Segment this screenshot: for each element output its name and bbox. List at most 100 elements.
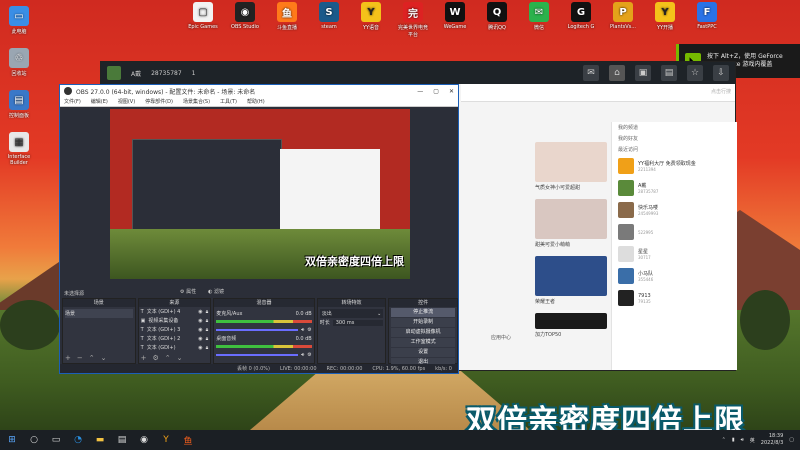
eye-icon[interactable]: ◉ <box>198 327 202 333</box>
lock-icon[interactable]: 🔒︎ <box>206 336 209 342</box>
close-icon[interactable]: ✕ <box>449 88 454 95</box>
menu-docks[interactable]: 停靠部件(D) <box>145 98 173 105</box>
source-list-item[interactable]: T 文本 (GDI+) 3 ◉ 🔒︎ <box>141 325 209 334</box>
side-section-header[interactable]: 我的好友 <box>612 133 737 144</box>
network-icon[interactable]: ▮ <box>732 437 735 443</box>
obs-title-bar[interactable]: OBS 27.0.0 (64-bit, windows) - 配置文件: 未命名… <box>60 85 458 97</box>
transition-select[interactable]: 淡出 ⌄ <box>319 309 384 318</box>
desktop-icon-wegame[interactable]: W WeGame <box>438 2 472 38</box>
task-view-icon[interactable]: ▭ <box>50 434 62 446</box>
stream-card[interactable]: 气质女神小可爱超甜 <box>535 142 607 191</box>
eye-icon[interactable]: ◉ <box>198 345 202 351</box>
chevron-down-icon[interactable]: ⌄ <box>101 354 107 362</box>
download-icon[interactable]: ⇩ <box>713 65 729 81</box>
file-explorer-icon[interactable]: ▬ <box>94 434 106 446</box>
desktop-icon-logitech[interactable]: G Logitech G <box>564 2 598 38</box>
douyu-icon[interactable]: 鱼 <box>182 434 194 447</box>
stop-streaming-button[interactable]: 停止推流 <box>391 308 455 317</box>
source-list-item[interactable]: T 文本 (GDI+) ◉ 🔒︎ <box>141 343 209 352</box>
studio-mode-button[interactable]: 工作室模式 <box>391 338 455 347</box>
scene-list-item[interactable]: 场景 <box>65 309 133 318</box>
store-icon[interactable]: ▤ <box>116 434 128 446</box>
side-section-header[interactable]: 最近访问 <box>612 144 737 155</box>
stream-card[interactable]: 荣耀王者 <box>535 256 607 305</box>
game-icon[interactable]: ▣ <box>635 65 651 81</box>
home-icon[interactable]: ⌂ <box>609 65 625 81</box>
menu-tools[interactable]: 工具(T) <box>220 98 237 105</box>
side-section-header[interactable]: 我的频道 <box>612 122 737 133</box>
volume-slider[interactable] <box>216 353 299 356</box>
settings-button[interactable]: 设置 <box>391 348 455 357</box>
remove-icon[interactable]: − <box>77 354 83 362</box>
desktop-icon-yy-live[interactable]: Y YY开播 <box>648 2 682 38</box>
desktop-icon-steam[interactable]: Ssteam <box>312 2 346 38</box>
menu-file[interactable]: 文件(F) <box>64 98 81 105</box>
menu-view[interactable]: 视图(V) <box>118 98 135 105</box>
desktop-icon-yy[interactable]: Y YY语音 <box>354 2 388 38</box>
gear-icon[interactable]: ⚙ <box>307 327 311 333</box>
eye-icon[interactable]: ◉ <box>198 336 202 342</box>
windows-start-icon[interactable]: ⊞ <box>6 434 18 446</box>
desktop-icon-obs[interactable]: ◉ OBS Studio <box>228 2 262 38</box>
desktop-icon-douyu[interactable]: 鱼斗鱼直播 <box>270 2 304 38</box>
star-icon[interactable]: ☆ <box>687 65 703 81</box>
friend-list-item[interactable]: A戴 28735787 <box>612 177 737 199</box>
obs-icon[interactable]: ◉ <box>138 434 150 446</box>
desktop-icon-qq[interactable]: Q 腾讯QQ <box>480 2 514 38</box>
client-search-input[interactable]: 点击行搜 <box>711 88 731 95</box>
gear-icon[interactable]: ⚙ <box>307 352 311 358</box>
obs-preview[interactable]: 双倍亲密度四倍上限 <box>110 109 410 279</box>
source-list-item[interactable]: T 文本 (GDI+) 4 ◉ 🔒︎ <box>141 307 209 316</box>
gear-icon[interactable]: ⚙ <box>153 354 159 362</box>
friend-list-item[interactable]: YY福利大厅 免费领取现金 2211394 <box>612 155 737 177</box>
source-list-item[interactable]: T 文本 (GDI+) 2 ◉ 🔒︎ <box>141 334 209 343</box>
lock-icon[interactable]: 🔒︎ <box>206 309 209 315</box>
friend-list-item[interactable]: 快乐马喽 24549993 <box>612 199 737 221</box>
input-language[interactable]: 英 <box>750 437 755 444</box>
properties-button[interactable]: ⚙ 属性 <box>180 288 196 295</box>
friend-list-item[interactable]: 7913 79135 <box>612 287 737 309</box>
lock-icon[interactable]: 🔒︎ <box>206 345 209 351</box>
chevron-down-icon[interactable]: ⌄ <box>177 354 183 362</box>
friend-list-item[interactable]: 522995 <box>612 221 737 243</box>
desktop-icon-fastppc[interactable]: F FastPPC <box>690 2 724 38</box>
desktop-icon-epic-games[interactable]: ▢ Epic Games <box>186 2 220 38</box>
volume-slider[interactable] <box>216 328 299 331</box>
friend-list-item[interactable]: 星星 30717 <box>612 243 737 265</box>
lock-icon[interactable]: 🔒︎ <box>206 318 209 324</box>
duration-input[interactable]: 300 ms <box>332 319 384 326</box>
desktop-icon-perfect-world[interactable]: 完完美世界电竞平台 <box>396 2 430 38</box>
minimize-icon[interactable]: — <box>417 88 423 95</box>
chevron-up-icon[interactable]: ⌃ <box>722 437 726 443</box>
menu-help[interactable]: 帮助(H) <box>247 98 265 105</box>
menu-edit[interactable]: 编辑(E) <box>91 98 108 105</box>
desktop-icon-recycle-bin[interactable]: ♲ 回收站 <box>2 48 36 77</box>
speaker-icon[interactable]: 🔊︎ <box>301 352 304 358</box>
clock[interactable]: 18:39 2022/8/3 <box>761 433 783 447</box>
desktop-icon-this-pc[interactable]: ▭ 此电脑 <box>2 6 36 35</box>
desktop-icon-interface-builder[interactable]: ▦ Interface Builder <box>2 132 36 166</box>
maximize-icon[interactable]: ▢ <box>433 88 439 95</box>
obs-window[interactable]: OBS 27.0.0 (64-bit, windows) - 配置文件: 未命名… <box>59 84 459 374</box>
start-virtual-camera-button[interactable]: 启动虚拟摄像机 <box>391 328 455 337</box>
eye-icon[interactable]: ◉ <box>198 309 202 315</box>
friend-list-item[interactable]: 小马队 355446 <box>612 265 737 287</box>
app-center-tab[interactable]: 应用中心 <box>491 334 511 341</box>
speaker-icon[interactable]: 🔊︎ <box>301 327 304 333</box>
desktop-icon-plants-vs-zombies[interactable]: P PlantsVs... <box>606 2 640 38</box>
stream-card[interactable]: 甜美可爱小萌萌 <box>535 199 607 248</box>
eye-icon[interactable]: ◉ <box>198 318 202 324</box>
shop-icon[interactable]: ▤ <box>661 65 677 81</box>
avatar[interactable] <box>107 66 121 80</box>
desktop-icon-control-panel[interactable]: ▤ 控制面板 <box>2 90 36 119</box>
notification-icon[interactable]: ▢ <box>789 437 794 443</box>
desktop-icon-wechat[interactable]: ✉ 微信 <box>522 2 556 38</box>
yy-icon[interactable]: Y <box>160 434 172 446</box>
start-recording-button[interactable]: 开始录制 <box>391 318 455 327</box>
speaker-icon[interactable]: 🔊︎ <box>741 437 744 443</box>
add-icon[interactable]: + <box>141 354 147 362</box>
lock-icon[interactable]: 🔒︎ <box>206 327 209 333</box>
edge-icon[interactable]: ◔ <box>72 434 84 446</box>
menu-scene-collection[interactable]: 场景集合(S) <box>183 98 210 105</box>
source-list-item[interactable]: ▣ 视频采集设备 ◉ 🔒︎ <box>141 316 209 325</box>
